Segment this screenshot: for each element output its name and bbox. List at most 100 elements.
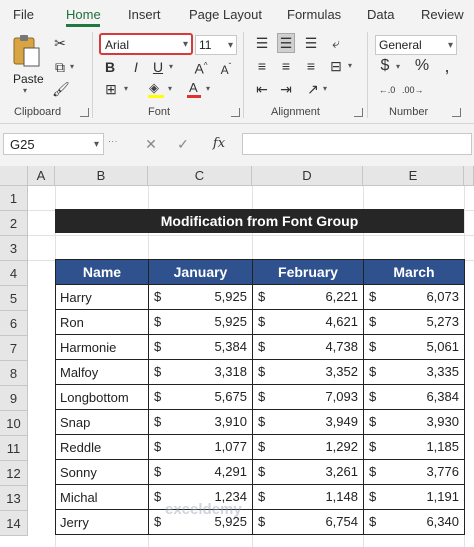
cell-jan[interactable]: $4,291 (148, 459, 253, 485)
cell-name[interactable]: Sonny (55, 459, 149, 485)
font-size-dropdown[interactable]: 11 ▾ (195, 35, 237, 55)
row-header[interactable]: 4 (0, 261, 28, 286)
comma-style-icon[interactable]: , (440, 57, 454, 75)
font-color-icon[interactable]: A (187, 80, 201, 98)
cell-jan[interactable]: $5,675 (148, 384, 253, 410)
row-header[interactable]: 6 (0, 311, 28, 336)
cell-feb[interactable]: $7,093 (252, 384, 364, 410)
tab-home[interactable]: Home (66, 7, 101, 22)
cell-name[interactable]: Jerry (55, 509, 149, 535)
cell-mar[interactable]: $6,384 (363, 384, 465, 410)
cell-jan[interactable]: $5,384 (148, 334, 253, 360)
cell-mar[interactable]: $1,185 (363, 434, 465, 460)
font-color-dropdown-icon[interactable]: ▾ (206, 84, 210, 93)
decrease-indent-icon[interactable]: ⇤ (254, 80, 270, 98)
cell-feb[interactable]: $1,292 (252, 434, 364, 460)
percent-icon[interactable]: % (414, 57, 430, 75)
cell-mar[interactable]: $6,340 (363, 509, 465, 535)
insert-function-icon[interactable]: fx (210, 135, 228, 153)
header-february[interactable]: February (252, 259, 364, 285)
cell-feb[interactable]: $4,738 (252, 334, 364, 360)
row-header[interactable]: 1 (0, 186, 28, 211)
fill-color-icon[interactable]: ◈ (148, 80, 164, 98)
paste-button[interactable]: Paste ▾ (8, 34, 44, 95)
cell-jan[interactable]: $3,910 (148, 409, 253, 435)
tab-data[interactable]: Data (367, 7, 394, 22)
sheet-title[interactable]: Modification from Font Group (55, 209, 464, 233)
cell-name[interactable]: Longbottom (55, 384, 149, 410)
cell-feb[interactable]: $6,221 (252, 284, 364, 310)
borders-dropdown-icon[interactable]: ▾ (124, 84, 128, 93)
decrease-decimal-icon[interactable]: .00→ (402, 81, 424, 99)
number-launcher-icon[interactable] (452, 108, 461, 117)
borders-icon[interactable]: ⊞ (103, 80, 119, 98)
cell-name[interactable]: Malfoy (55, 359, 149, 385)
fill-color-dropdown-icon[interactable]: ▾ (168, 84, 172, 93)
header-march[interactable]: March (363, 259, 465, 285)
cell-mar[interactable]: $3,930 (363, 409, 465, 435)
cell-name[interactable]: Snap (55, 409, 149, 435)
increase-indent-icon[interactable]: ⇥ (278, 80, 294, 98)
row-header[interactable]: 9 (0, 386, 28, 411)
cell-feb[interactable]: $3,949 (252, 409, 364, 435)
copy-dropdown-icon[interactable]: ▾ (70, 62, 74, 71)
cell-mar[interactable]: $6,073 (363, 284, 465, 310)
align-center-icon[interactable]: ≡ (278, 57, 294, 75)
merge-dropdown-icon[interactable]: ▾ (348, 61, 352, 70)
orientation-icon[interactable]: ↗ (305, 80, 321, 98)
decrease-font-icon[interactable]: Aˇ (218, 58, 234, 79)
paste-dropdown-icon[interactable]: ▾ (23, 86, 27, 95)
column-header-b[interactable]: B (55, 166, 148, 186)
merge-center-icon[interactable]: ⊟ (328, 57, 344, 75)
row-header[interactable]: 7 (0, 336, 28, 361)
cell-feb[interactable]: $3,261 (252, 459, 364, 485)
underline-dropdown-icon[interactable]: ▾ (169, 62, 173, 71)
tab-review[interactable]: Review (421, 7, 464, 22)
name-box[interactable]: G25 ▾ (3, 133, 104, 155)
cell-feb[interactable]: $6,754 (252, 509, 364, 535)
row-header[interactable]: 5 (0, 286, 28, 311)
header-name[interactable]: Name (55, 259, 149, 285)
row-header[interactable]: 12 (0, 461, 28, 486)
enter-icon[interactable]: ✓ (176, 135, 190, 153)
tab-formulas[interactable]: Formulas (287, 7, 341, 22)
cell-jan[interactable]: $1,077 (148, 434, 253, 460)
cell-name[interactable]: Michal (55, 484, 149, 510)
tab-file[interactable]: File (13, 7, 34, 22)
wrap-text-icon[interactable]: ⤶ (328, 34, 344, 52)
cell-mar[interactable]: $5,061 (363, 334, 465, 360)
align-right-icon[interactable]: ≡ (303, 57, 319, 75)
align-middle-icon[interactable]: ☰ (277, 33, 295, 53)
cell-jan[interactable]: $5,925 (148, 284, 253, 310)
currency-dropdown-icon[interactable]: ▾ (396, 62, 400, 71)
cut-icon[interactable]: ✂ (52, 34, 68, 52)
underline-button[interactable]: U (151, 58, 165, 76)
align-left-icon[interactable]: ≡ (254, 57, 270, 75)
align-top-icon[interactable]: ☰ (254, 34, 270, 52)
alignment-launcher-icon[interactable] (354, 108, 363, 117)
cell-jan[interactable]: $5,925 (148, 309, 253, 335)
increase-decimal-icon[interactable]: ←.0 (378, 81, 396, 99)
tab-page-layout[interactable]: Page Layout (189, 7, 262, 22)
column-header-e[interactable]: E (363, 166, 464, 186)
increase-font-icon[interactable]: A^ (193, 57, 209, 78)
column-header-c[interactable]: C (148, 166, 252, 186)
cell-mar[interactable]: $5,273 (363, 309, 465, 335)
cell-feb[interactable]: $4,621 (252, 309, 364, 335)
font-name-dropdown[interactable]: Arial ▾ (99, 33, 193, 55)
formula-input[interactable] (242, 133, 472, 155)
currency-icon[interactable]: $ (378, 57, 392, 75)
font-launcher-icon[interactable] (231, 108, 240, 117)
header-january[interactable]: January (148, 259, 253, 285)
align-bottom-icon[interactable]: ☰ (303, 34, 319, 52)
row-header[interactable]: 13 (0, 486, 28, 511)
copy-icon[interactable]: ⧉ (52, 58, 68, 76)
cell-mar[interactable]: $1,191 (363, 484, 465, 510)
column-header-d[interactable]: D (252, 166, 363, 186)
column-header-f[interactable] (464, 166, 474, 186)
cell-name[interactable]: Ron (55, 309, 149, 335)
cell-jan[interactable]: $3,318 (148, 359, 253, 385)
cell-name[interactable]: Reddle (55, 434, 149, 460)
cell-feb[interactable]: $3,352 (252, 359, 364, 385)
row-header[interactable]: 11 (0, 436, 28, 461)
